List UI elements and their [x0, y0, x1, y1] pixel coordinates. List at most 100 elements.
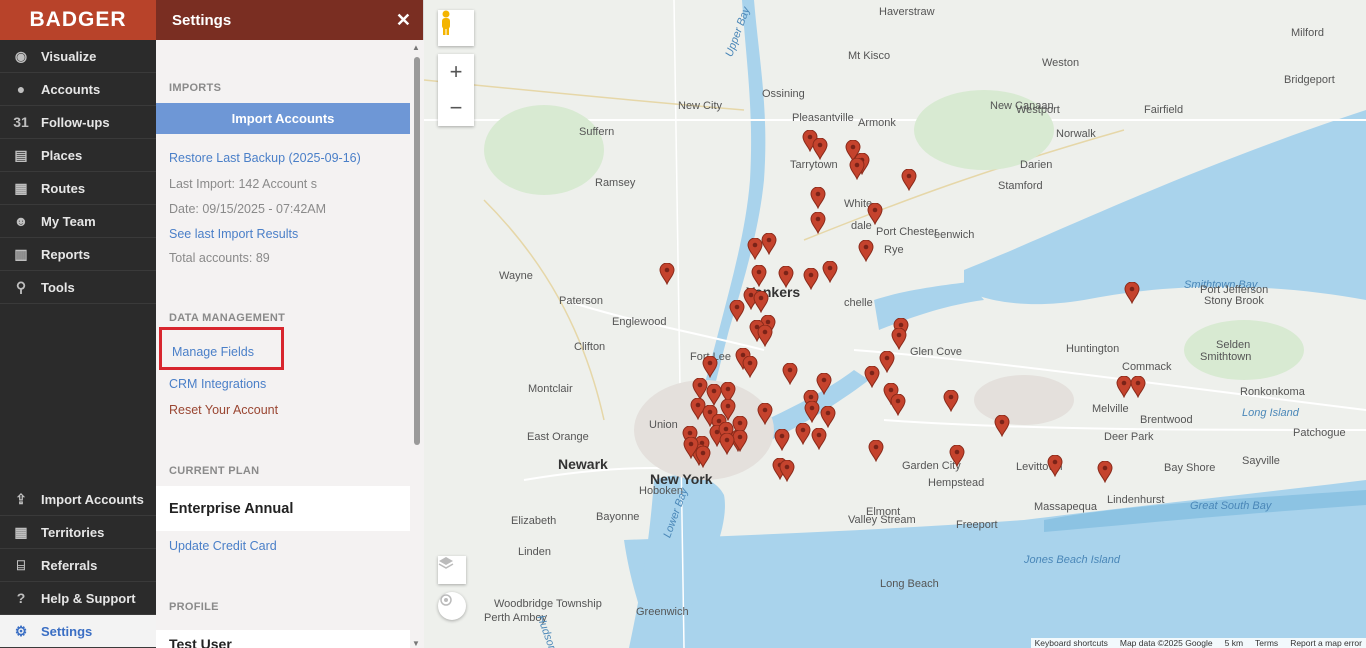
account-pin-icon[interactable]	[778, 266, 794, 288]
account-pin-icon[interactable]	[795, 423, 811, 445]
locate-icon[interactable]	[438, 592, 466, 620]
account-pin-icon[interactable]	[810, 187, 826, 209]
map-label: Wayne	[499, 270, 533, 282]
account-pin-icon[interactable]	[804, 401, 820, 423]
map-label: Sayville	[1242, 455, 1280, 467]
gear-icon: ⚙	[14, 622, 28, 639]
layers-icon[interactable]	[438, 556, 466, 584]
account-pin-icon[interactable]	[810, 212, 826, 234]
street-view-icon[interactable]	[438, 10, 474, 46]
nav-item-my-team[interactable]: ☻ My Team	[0, 205, 156, 238]
map-label: Tarrytown	[790, 159, 838, 171]
account-pin-icon[interactable]	[949, 445, 965, 467]
nav-item-label: Settings	[41, 623, 93, 639]
map-label: Greenwich	[636, 606, 689, 618]
report-icon: ▥	[14, 245, 28, 262]
map-label: Stamford	[998, 180, 1043, 192]
map-label: Rye	[884, 244, 904, 256]
account-pin-icon[interactable]	[822, 261, 838, 283]
account-pin-icon[interactable]	[994, 415, 1010, 437]
account-pin-icon[interactable]	[782, 363, 798, 385]
nav-item-help-support[interactable]: ? Help & Support	[0, 582, 156, 615]
nav-item-import-accounts[interactable]: ⇪ Import Accounts	[0, 483, 156, 516]
settings-panel: Settings ✕ IMPORTS Import Accounts Resto…	[156, 0, 424, 648]
nav-item-routes[interactable]: ▦ Routes	[0, 172, 156, 205]
account-pin-icon[interactable]	[811, 428, 827, 450]
account-pin-icon[interactable]	[812, 138, 828, 160]
map-label: Stony Brook	[1204, 295, 1264, 307]
map-footer-item[interactable]: Terms	[1255, 638, 1278, 648]
map-label: Haverstraw	[879, 6, 935, 18]
zoom-in-icon[interactable]: +	[450, 54, 463, 90]
import-results-link[interactable]: See last Import Results	[169, 227, 298, 241]
map-footer-item[interactable]: Keyboard shortcuts	[1035, 638, 1108, 648]
account-pin-icon[interactable]	[890, 394, 906, 416]
scroll-up-icon[interactable]: ▲	[412, 43, 420, 52]
map-label: chelle	[844, 297, 873, 309]
map-label: Norwalk	[1056, 128, 1096, 140]
map-label: Suffern	[579, 126, 615, 138]
account-pin-icon[interactable]	[1047, 455, 1063, 477]
brand-logo[interactable]: BADGER	[0, 0, 156, 40]
account-pin-icon[interactable]	[757, 403, 773, 425]
account-pin-icon[interactable]	[1130, 376, 1146, 398]
nav-item-territories[interactable]: ▦ Territories	[0, 516, 156, 549]
account-pin-icon[interactable]	[695, 446, 711, 468]
nav-item-settings[interactable]: ⚙ Settings	[0, 615, 156, 648]
zoom-out-icon[interactable]: −	[450, 90, 463, 126]
account-pin-icon[interactable]	[774, 429, 790, 451]
settings-scrollbar[interactable]: ▲ ▼	[410, 40, 424, 648]
crm-integrations-link[interactable]: CRM Integrations	[169, 377, 266, 391]
scroll-thumb[interactable]	[414, 57, 420, 445]
update-credit-card-link[interactable]: Update Credit Card	[169, 539, 277, 553]
nav-item-tools[interactable]: ⚲ Tools	[0, 271, 156, 304]
map-label: Jones Beach Island	[1024, 554, 1121, 566]
nav-item-reports[interactable]: ▥ Reports	[0, 238, 156, 271]
account-pin-icon[interactable]	[729, 300, 745, 322]
account-pin-icon[interactable]	[1124, 282, 1140, 304]
account-pin-icon[interactable]	[864, 366, 880, 388]
account-pin-icon[interactable]	[742, 356, 758, 378]
nav-item-label: Tools	[41, 279, 75, 295]
nav-item-follow-ups[interactable]: 31 Follow-ups	[0, 106, 156, 139]
close-icon[interactable]: ✕	[396, 10, 411, 31]
account-pin-icon[interactable]	[868, 440, 884, 462]
account-pin-icon[interactable]	[858, 240, 874, 262]
account-pin-icon[interactable]	[849, 158, 865, 180]
import-accounts-button[interactable]: Import Accounts	[156, 103, 410, 134]
map-label: Smithtown	[1200, 351, 1252, 363]
account-pin-icon[interactable]	[761, 233, 777, 255]
account-pin-icon[interactable]	[753, 291, 769, 313]
map-label: Bayonne	[596, 511, 640, 523]
account-pin-icon[interactable]	[659, 263, 675, 285]
nav-item-accounts[interactable]: ● Accounts	[0, 73, 156, 106]
map-footer: Keyboard shortcuts Map data ©2025 Google 5…	[1030, 638, 1366, 648]
map-label: Patchogue	[1293, 427, 1346, 439]
account-pin-icon[interactable]	[901, 169, 917, 191]
map-view[interactable]: Haverstraw Mt Kisco New City Ossining Pleasa…	[424, 0, 1366, 648]
nav-item-label: Routes	[41, 180, 86, 196]
nav-item-referrals[interactable]: ⌸ Referrals	[0, 549, 156, 582]
account-pin-icon[interactable]	[779, 460, 795, 482]
scroll-down-icon[interactable]: ▼	[412, 639, 420, 648]
nav-item-visualize[interactable]: ◉ Visualize	[0, 40, 156, 73]
manage-fields-link[interactable]: Manage Fields	[172, 345, 254, 359]
nav-item-places[interactable]: ▤ Places	[0, 139, 156, 172]
account-pin-icon[interactable]	[719, 433, 735, 455]
reset-account-link[interactable]: Reset Your Account	[169, 403, 278, 417]
account-pin-icon[interactable]	[1097, 461, 1113, 483]
settings-body: IMPORTS Import Accounts Restore Last Bac…	[156, 40, 410, 648]
account-pin-icon[interactable]	[867, 203, 883, 225]
account-pin-icon[interactable]	[891, 328, 907, 350]
restore-backup-link[interactable]: Restore Last Backup (2025-09-16)	[169, 151, 361, 165]
profile-section-title: PROFILE	[169, 601, 219, 613]
account-pin-icon[interactable]	[943, 390, 959, 412]
account-pin-icon[interactable]	[820, 406, 836, 428]
account-pin-icon[interactable]	[803, 268, 819, 290]
map-footer-item[interactable]: Report a map error	[1290, 638, 1362, 648]
account-pin-icon[interactable]	[702, 356, 718, 378]
map-label: Deer Park	[1104, 431, 1154, 443]
account-pin-icon[interactable]	[757, 325, 773, 347]
account-pin-icon[interactable]	[879, 351, 895, 373]
account-pin-icon[interactable]	[751, 265, 767, 287]
